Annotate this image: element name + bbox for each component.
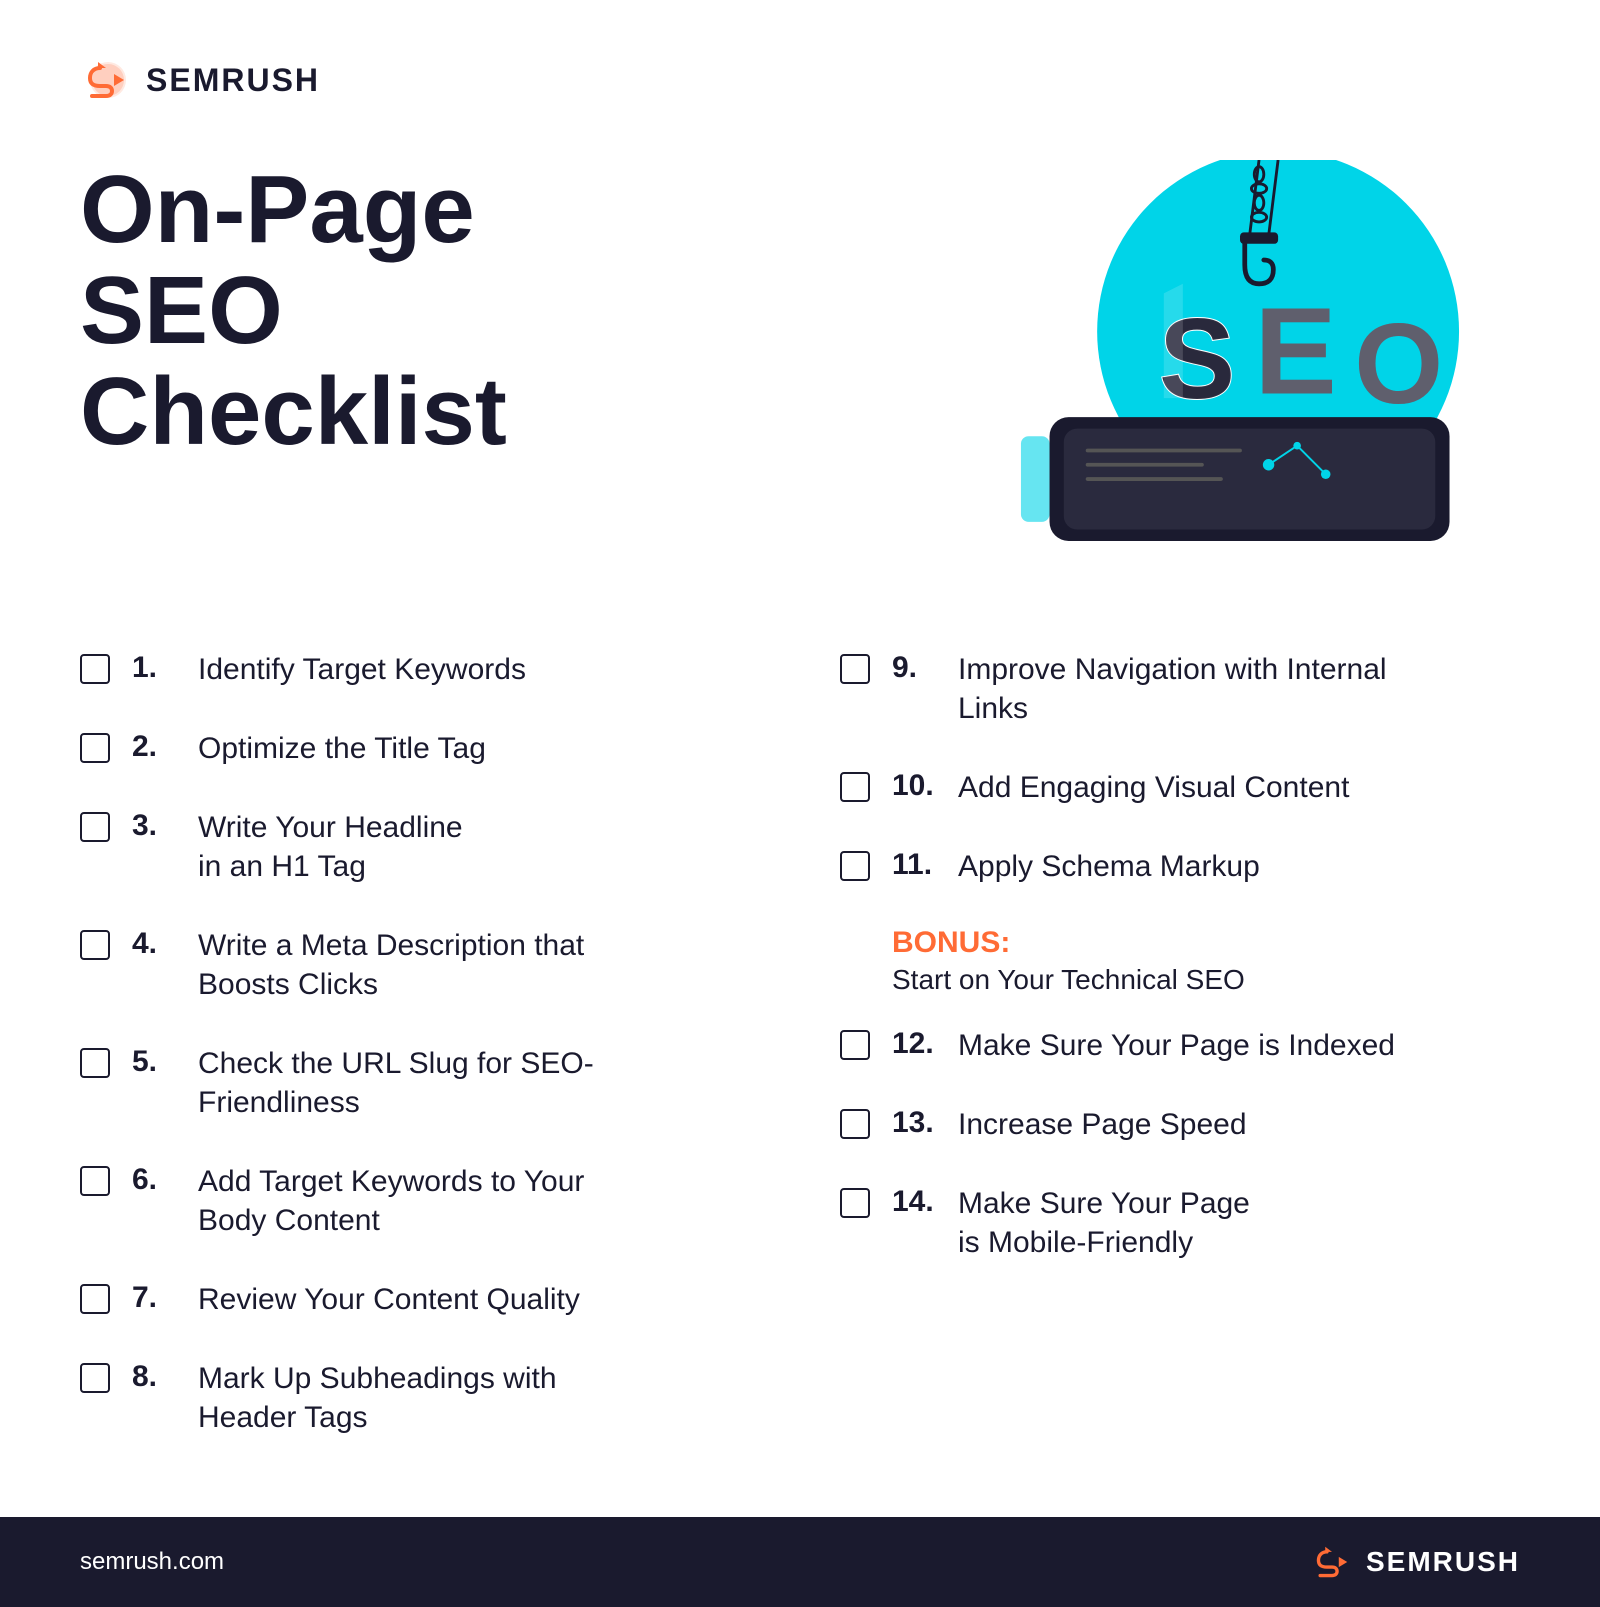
item-text-right-6: Make Sure Your Pageis Mobile-Friendly [958,1184,1250,1262]
checklist-item-left-7[interactable]: 7. Review Your Content Quality [80,1260,760,1339]
checkbox-6[interactable] [80,1166,110,1196]
checkbox-1[interactable] [80,654,110,684]
checklist-item-left-8[interactable]: 8. Mark Up Subheadings withHeader Tags [80,1339,760,1457]
checkbox-8[interactable] [80,1363,110,1393]
footer-logo-text: SEMRUSH [1366,1546,1520,1578]
item-number-right-3: 11. [892,847,936,883]
checklist-item-right-4[interactable]: 12. Make Sure Your Page is Indexed [840,1006,1520,1085]
item-text-right-2: Add Engaging Visual Content [958,768,1349,807]
checklist-item-right-3[interactable]: 11. Apply Schema Markup [840,827,1520,906]
svg-text:O: O [1354,301,1443,428]
checklist-item-left-2[interactable]: 2. Optimize the Title Tag [80,709,760,788]
checklist-item-left-1[interactable]: 1. Identify Target Keywords [80,630,760,709]
item-text-1: Identify Target Keywords [198,650,526,689]
footer-logo-icon [1310,1545,1354,1579]
footer-url: semrush.com [80,1548,224,1576]
item-number-right-1: 9. [892,650,936,686]
bonus-title: BONUS: [892,926,1520,960]
item-number-4: 4. [132,926,176,962]
item-text-right-1: Improve Navigation with InternalLinks [958,650,1387,728]
logo-area: SEMRUSH [80,60,1520,100]
checkbox-3[interactable] [80,812,110,842]
checkbox-2[interactable] [80,733,110,763]
checklist-item-left-4[interactable]: 4. Write a Meta Description thatBoosts Cl… [80,906,760,1024]
semrush-logo-icon [80,60,132,100]
checkbox-right-6[interactable] [840,1188,870,1218]
item-text-7: Review Your Content Quality [198,1280,580,1319]
item-text-4: Write a Meta Description thatBoosts Clic… [198,926,584,1004]
item-text-right-5: Increase Page Speed [958,1105,1247,1144]
seo-illustration-area: S S S E E O O [960,160,1520,560]
checkbox-right-3[interactable] [840,851,870,881]
item-text-5: Check the URL Slug for SEO-Friendliness [198,1044,594,1122]
checkbox-right-5[interactable] [840,1109,870,1139]
item-number-2: 2. [132,729,176,765]
checklist-item-right-5[interactable]: 13. Increase Page Speed [840,1085,1520,1164]
bonus-subtitle: Start on Your Technical SEO [892,964,1520,996]
checkbox-5[interactable] [80,1048,110,1078]
checkbox-right-4[interactable] [840,1030,870,1060]
item-text-right-4: Make Sure Your Page is Indexed [958,1026,1395,1065]
item-text-3: Write Your Headlinein an H1 Tag [198,808,463,886]
checkbox-7[interactable] [80,1284,110,1314]
title-illustration-row: On-Page SEO Checklist [80,160,1520,560]
item-text-right-3: Apply Schema Markup [958,847,1260,886]
svg-text:E: E [1254,282,1337,420]
footer: semrush.com SEMRUSH [0,1517,1600,1607]
item-number-right-2: 10. [892,768,936,804]
item-text-8: Mark Up Subheadings withHeader Tags [198,1359,557,1437]
checklist-item-left-6[interactable]: 6. Add Target Keywords to YourBody Conten… [80,1142,760,1260]
item-number-right-5: 13. [892,1105,936,1141]
checklist-item-left-3[interactable]: 3. Write Your Headlinein an H1 Tag [80,788,760,906]
item-number-5: 5. [132,1044,176,1080]
checkbox-4[interactable] [80,930,110,960]
checklist-item-right-2[interactable]: 10. Add Engaging Visual Content [840,748,1520,827]
checklist-right-column: 9. Improve Navigation with InternalLinks 1… [840,630,1520,1457]
checklist-section: 1. Identify Target Keywords 2. Optimize the… [80,630,1520,1457]
item-text-6: Add Target Keywords to YourBody Content [198,1162,584,1240]
item-number-1: 1. [132,650,176,686]
item-number-right-4: 12. [892,1026,936,1062]
checklist-item-left-5[interactable]: 5. Check the URL Slug for SEO-Friendlines… [80,1024,760,1142]
checkbox-right-2[interactable] [840,772,870,802]
item-number-6: 6. [132,1162,176,1198]
item-number-8: 8. [132,1359,176,1395]
checklist-item-right-6[interactable]: 14. Make Sure Your Pageis Mobile-Friendly [840,1164,1520,1282]
item-text-2: Optimize the Title Tag [198,729,486,768]
footer-logo: SEMRUSH [1310,1545,1520,1579]
page-title: On-Page SEO Checklist [80,160,640,462]
bonus-section: BONUS: Start on Your Technical SEO [840,906,1520,1006]
logo-text: SEMRUSH [146,62,320,99]
item-number-7: 7. [132,1280,176,1316]
item-number-right-6: 14. [892,1184,936,1220]
checklist-left-column: 1. Identify Target Keywords 2. Optimize the… [80,630,760,1457]
checkbox-right-1[interactable] [840,654,870,684]
item-number-3: 3. [132,808,176,844]
checklist-item-right-1[interactable]: 9. Improve Navigation with InternalLinks [840,630,1520,748]
